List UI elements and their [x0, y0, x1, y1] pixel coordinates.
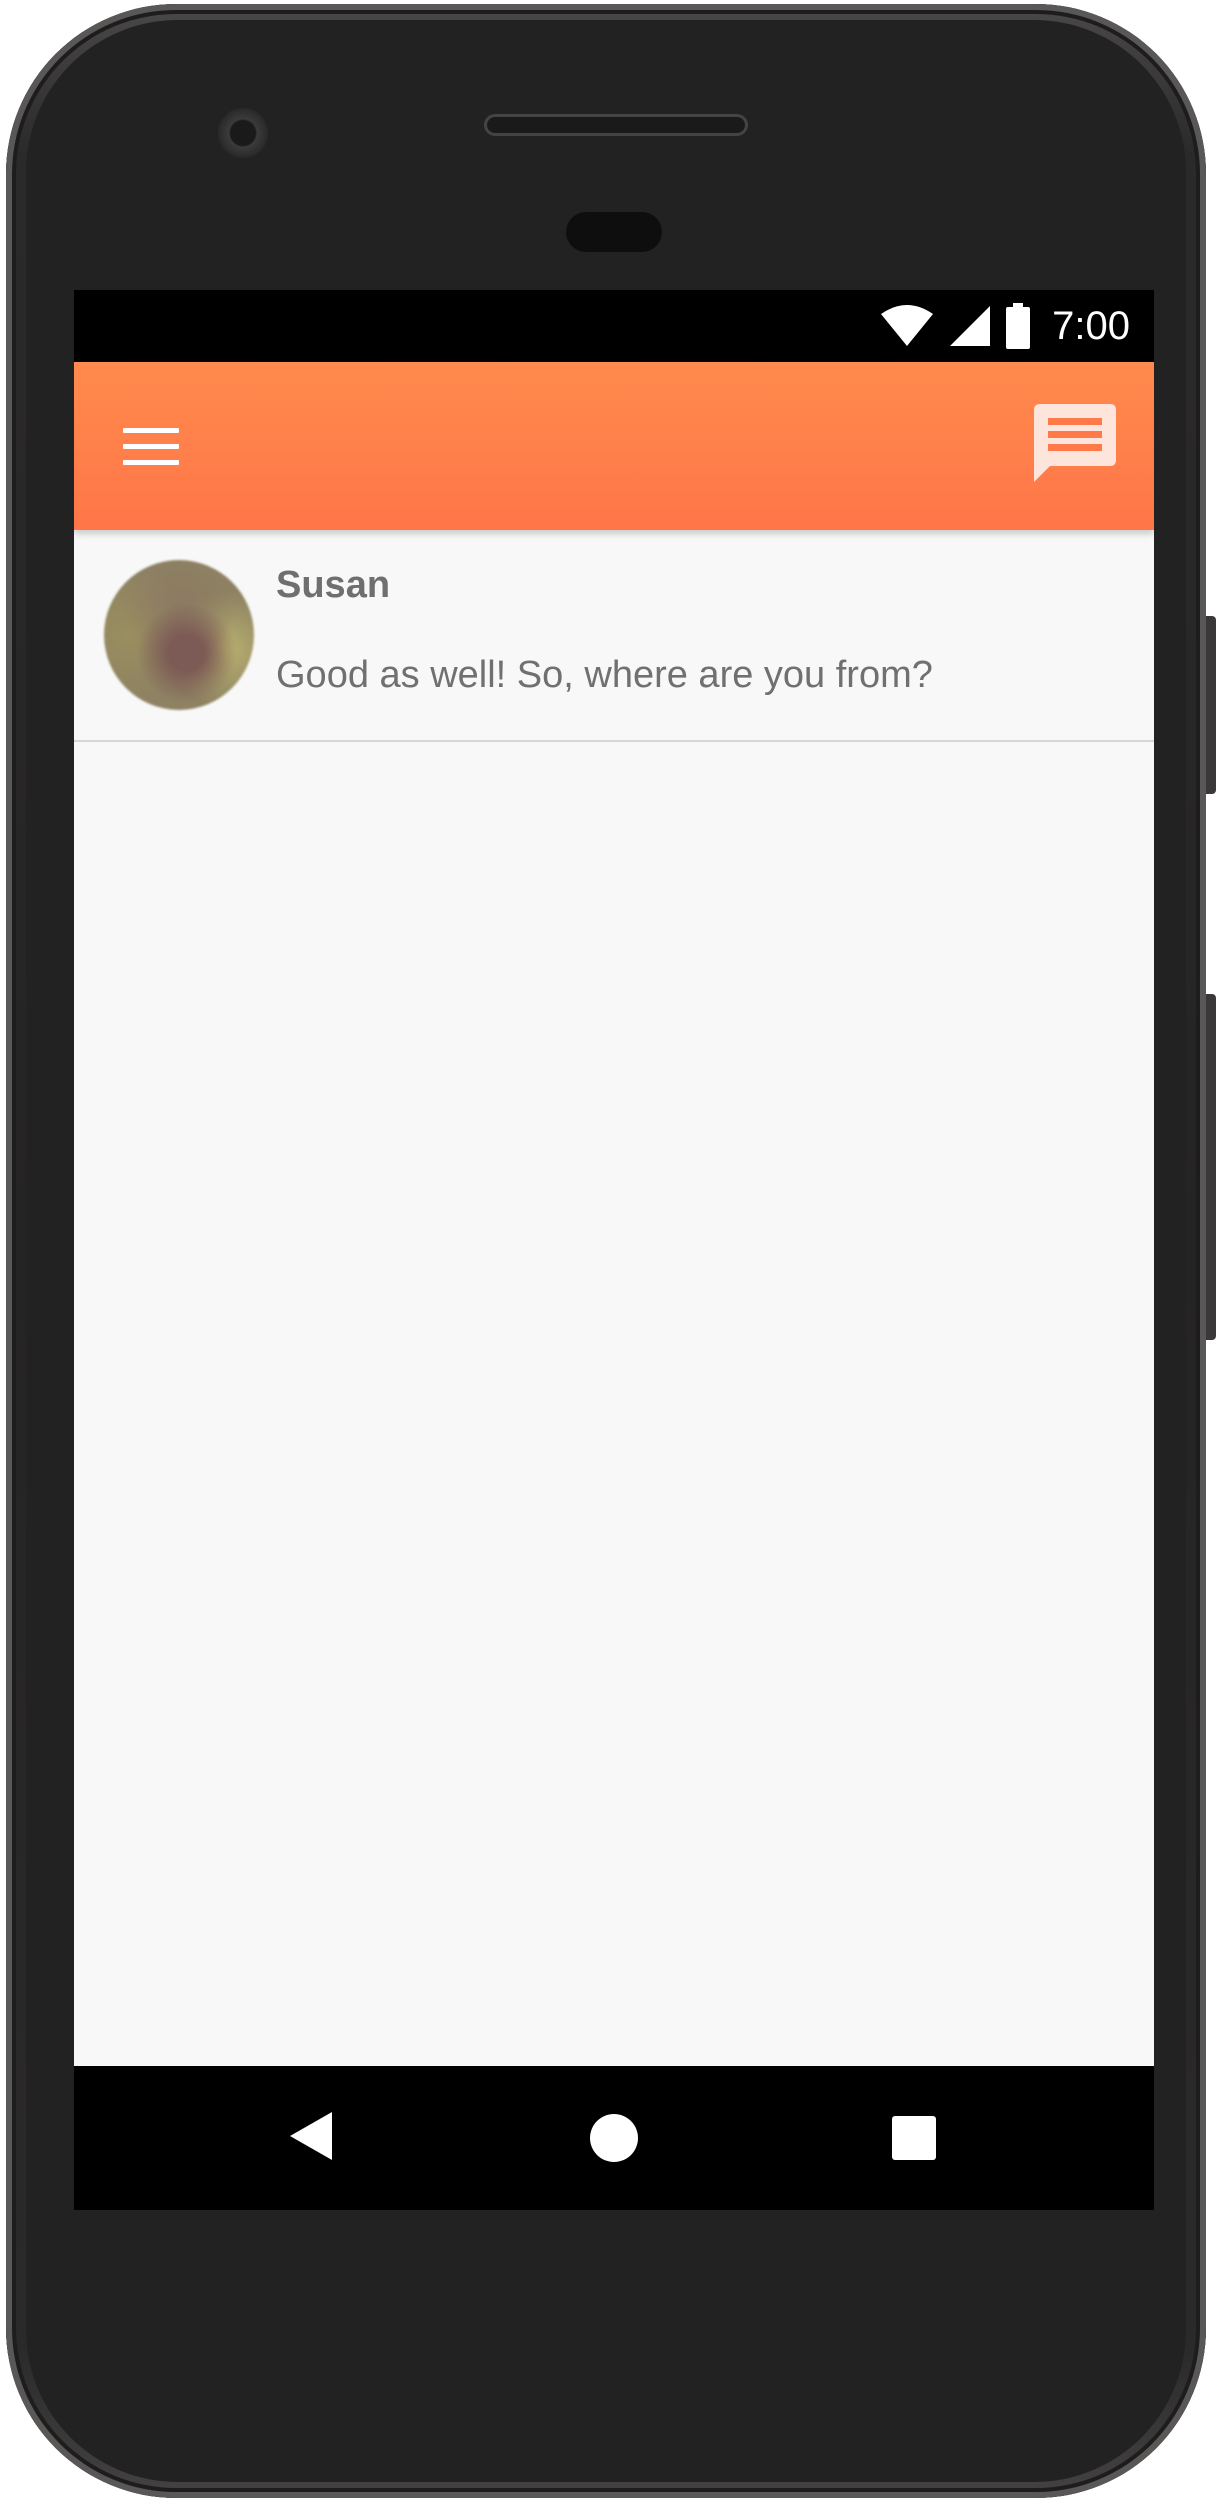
menu-icon-bar	[123, 427, 179, 433]
home-icon[interactable]	[590, 2114, 638, 2162]
earpiece-speaker	[484, 114, 748, 136]
last-message: Good as well! So, where are you from?	[276, 654, 933, 696]
menu-button[interactable]	[116, 412, 186, 480]
signal-icon	[950, 306, 991, 346]
front-camera	[218, 108, 268, 158]
menu-icon-bar	[123, 443, 179, 449]
proximity-sensor	[566, 212, 662, 252]
volume-button	[1206, 616, 1216, 794]
wifi-icon	[881, 305, 934, 346]
menu-icon-bar	[123, 459, 179, 465]
status-icons: 7:00	[880, 290, 1130, 362]
navigation-bar	[74, 2066, 1154, 2210]
conversation-item[interactable]: Susan Good as well! So, where are you fr…	[74, 530, 1154, 742]
back-icon[interactable]	[290, 2112, 332, 2160]
chat-icon[interactable]	[1028, 400, 1118, 490]
app-toolbar	[74, 362, 1154, 530]
status-bar: 7:00	[74, 290, 1154, 362]
recents-icon[interactable]	[892, 2116, 936, 2160]
phone-frame: 7:00 Susan Good as well! So, where are y…	[6, 4, 1216, 2498]
avatar	[104, 560, 254, 710]
power-button	[1206, 994, 1216, 1340]
screen: 7:00 Susan Good as well! So, where are y…	[74, 290, 1154, 2210]
battery-icon	[1006, 303, 1031, 349]
contact-name: Susan	[276, 564, 391, 606]
conversation-list: Susan Good as well! So, where are you fr…	[74, 530, 1154, 742]
status-time: 7:00	[1052, 303, 1130, 348]
